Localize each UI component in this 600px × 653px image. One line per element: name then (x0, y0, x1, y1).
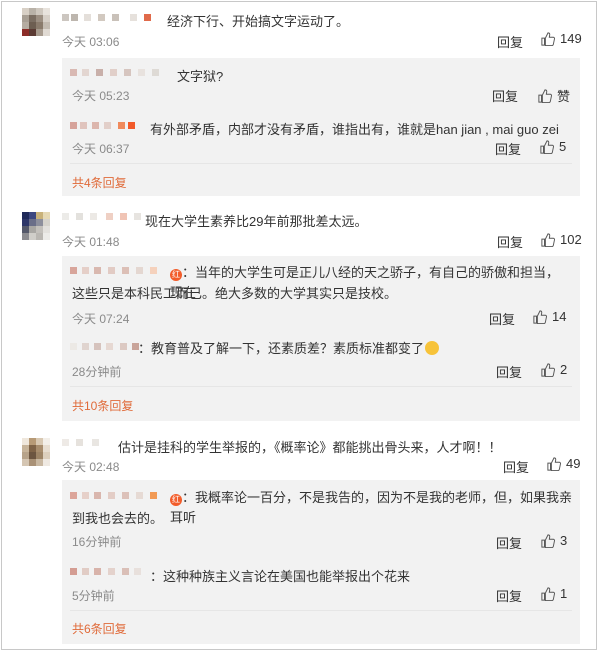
reply-button[interactable]: 回复 (503, 457, 529, 476)
more-replies-link[interactable]: 共10条回复 (72, 397, 133, 414)
reply-text: ：这种种族主义言论在美国也能举报出个花来 (150, 569, 411, 584)
reply-time: 今天 06:37 (72, 142, 130, 156)
reply-text: 文字狱? (177, 69, 224, 84)
reply-button[interactable]: 回复 (489, 309, 515, 328)
comment-text: 现在大学生素养比29年前那批差太远。 (145, 214, 368, 229)
thumbs-up-icon (541, 31, 555, 46)
reply-time: 今天 05:23 (72, 89, 130, 103)
like-button[interactable]: 赞 (538, 86, 570, 105)
like-button[interactable]: 49 (547, 456, 580, 471)
comment-time: 今天 03:06 (62, 35, 120, 49)
like-count: 1 (560, 586, 568, 601)
reply-text-line2: 到我也会去的。 (72, 511, 164, 526)
thumbs-up-icon (541, 533, 555, 548)
like-button[interactable]: 149 (541, 31, 582, 46)
like-button[interactable]: 2 (541, 362, 567, 377)
like-count: 149 (560, 31, 582, 46)
username[interactable] (70, 342, 142, 352)
avatar[interactable] (22, 438, 50, 466)
comment-text: 经济下行、开始搞文字运动了。 (167, 14, 350, 29)
username[interactable] (62, 437, 106, 447)
laughing-emoji-icon (425, 341, 440, 355)
reply-button[interactable]: 回复 (492, 86, 518, 105)
like-count: 102 (560, 232, 582, 247)
reply-button[interactable]: 回复 (495, 139, 521, 158)
reply-time: 28分钟前 (72, 365, 122, 379)
like-count: 5 (559, 139, 567, 154)
username[interactable] (70, 121, 146, 131)
like-button[interactable]: 102 (541, 232, 582, 247)
comment-text: 估计是挂科的学生举报的，《概率论》都能挑出骨头来，人才啊！！ (118, 440, 502, 455)
thumbs-up-icon (547, 456, 561, 471)
like-button[interactable]: 3 (541, 533, 567, 548)
thumbs-up-icon (541, 586, 555, 601)
thumbs-up-icon (540, 139, 554, 154)
reply-button[interactable]: 回复 (497, 32, 523, 51)
reply-text-line2: 这些只是本科民工而已。绝大多数的大学其实只是技校。 (72, 286, 398, 301)
username[interactable] (62, 211, 146, 221)
like-count: 2 (560, 362, 568, 377)
username[interactable] (70, 68, 166, 78)
reply-text: ：教育普及了解一下，还素质差？素质标准都变了 (138, 339, 440, 359)
username[interactable] (70, 491, 170, 501)
reply-text: 有外部矛盾，内部才没有矛盾，谁指出有，谁就是han jian , mai guo… (150, 122, 559, 137)
reply-time: 今天 07:24 (72, 312, 130, 326)
avatar[interactable] (22, 212, 50, 240)
username[interactable] (62, 12, 158, 22)
comment-time: 今天 01:48 (62, 235, 120, 249)
avatar[interactable] (22, 8, 50, 36)
thumbs-up-icon (538, 88, 552, 103)
reply-button[interactable]: 回复 (496, 586, 522, 605)
like-button[interactable]: 1 (541, 586, 567, 601)
like-count: 赞 (557, 89, 571, 104)
divider (70, 610, 572, 611)
like-count: 49 (566, 456, 581, 471)
thumbs-up-icon (541, 232, 555, 247)
divider (70, 386, 572, 387)
reply-button[interactable]: 回复 (496, 533, 522, 552)
comment-time: 今天 02:48 (62, 460, 120, 474)
reply-time: 5分钟前 (72, 589, 115, 603)
reply-time: 16分钟前 (72, 535, 122, 549)
like-count: 14 (552, 309, 567, 324)
like-count: 3 (560, 533, 568, 548)
like-button[interactable]: 14 (533, 309, 566, 324)
more-replies-link[interactable]: 共4条回复 (72, 174, 127, 191)
username[interactable] (70, 266, 170, 276)
thumbs-up-icon (541, 362, 555, 377)
reply-button[interactable]: 回复 (496, 362, 522, 381)
more-replies-link[interactable]: 共6条回复 (72, 620, 127, 637)
badge-icon: 红 (170, 494, 182, 506)
username[interactable] (70, 567, 146, 577)
like-button[interactable]: 5 (540, 139, 566, 154)
reply-text: 红：我概率论一百分，不是我告的，因为不是我的老师，但，如果我亲耳听 (170, 490, 573, 525)
reply-button[interactable]: 回复 (497, 232, 523, 251)
divider (70, 163, 572, 164)
badge-icon: 红 (170, 269, 182, 281)
thumbs-up-icon (533, 309, 547, 324)
